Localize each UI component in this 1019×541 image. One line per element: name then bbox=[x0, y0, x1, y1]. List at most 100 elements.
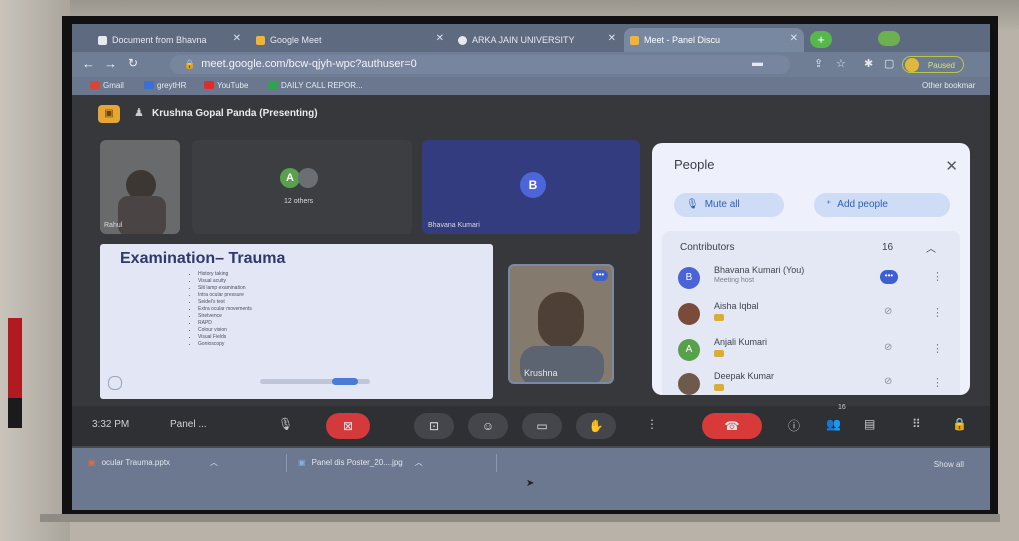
people-panel: People ✕ 🎙 Mute all ⁺ Add people Contribut… bbox=[652, 143, 970, 395]
bookmark-daily-call[interactable]: DAILY CALL REPOR... bbox=[268, 81, 363, 90]
mic-off-icon[interactable]: ⊘ bbox=[884, 342, 892, 353]
lock-icon: 🔒 bbox=[184, 59, 196, 69]
participant-row[interactable]: Deepak Kumar ⊘ ⋮ bbox=[670, 367, 954, 395]
black-poster bbox=[8, 398, 22, 428]
tab-strip: Document from Bhavna ✕ Google Meet ✕ ARKA … bbox=[72, 24, 990, 52]
forward-icon[interactable]: → bbox=[104, 56, 117, 71]
info-icon[interactable]: ⓘ bbox=[788, 417, 800, 434]
people-icon[interactable]: 👥 bbox=[826, 417, 841, 431]
emoji-icon: ☺ bbox=[481, 419, 495, 433]
contributors-section: Contributors 16 ︿ B Bhavana Kumari (You)… bbox=[662, 231, 960, 395]
other-bookmarks[interactable]: Other bookmar bbox=[922, 81, 975, 90]
participant-body bbox=[118, 196, 166, 234]
more-options-icon[interactable]: ⋮ bbox=[646, 417, 658, 431]
badge-icon bbox=[714, 314, 724, 321]
chat-icon[interactable]: ▤ bbox=[864, 417, 875, 431]
activities-icon[interactable]: ⠿ bbox=[912, 417, 921, 431]
reload-icon[interactable]: ↻ bbox=[128, 56, 138, 70]
more-vert-icon[interactable]: ⋮ bbox=[932, 342, 943, 355]
present-icon[interactable]: ▣ bbox=[98, 105, 120, 123]
back-icon[interactable]: ← bbox=[82, 56, 95, 71]
meet-area: ▣ ♟ Krushna Gopal Panda (Presenting) Rah… bbox=[72, 95, 990, 435]
show-all-button[interactable]: Show all bbox=[934, 460, 964, 469]
avatar bbox=[298, 168, 318, 188]
more-vert-icon[interactable]: ⋮ bbox=[932, 270, 943, 283]
camera-off-button[interactable]: ⊠ bbox=[326, 413, 370, 439]
tab-google-meet[interactable]: Google Meet ✕ bbox=[250, 28, 450, 52]
close-icon[interactable]: ✕ bbox=[608, 33, 616, 44]
downloads-bar: ▣ ocular Trauma.pptx ︿ ▣ Panel dis Poster_2… bbox=[72, 448, 990, 510]
download-item[interactable]: ▣ ocular Trauma.pptx ︿ bbox=[88, 457, 218, 468]
hangup-icon: ☎ bbox=[724, 419, 740, 433]
lock-icon[interactable]: 🔒 bbox=[952, 417, 967, 431]
participant-row[interactable]: Aisha Iqbal ⊘ ⋮ bbox=[670, 297, 954, 333]
participant-row[interactable]: B Bhavana Kumari (You) Meeting host ••• … bbox=[670, 261, 954, 297]
bookmark-gmail[interactable]: Gmail bbox=[90, 81, 124, 90]
address-bar-row: ← → ↻ 🔒 meet.google.com/bcw-qjyh-wpc?auth… bbox=[72, 52, 990, 77]
image-icon: ▣ bbox=[298, 458, 306, 467]
captions-icon: ▭ bbox=[536, 419, 548, 433]
close-icon[interactable]: ✕ bbox=[945, 157, 958, 175]
star-icon[interactable]: ☆ bbox=[836, 57, 846, 70]
bookmark-greythr[interactable]: greytHR bbox=[144, 81, 186, 90]
tile-bhavana[interactable]: B Bhavana Kumari bbox=[422, 140, 640, 234]
bookmarks-bar: Gmail greytHR YouTube DAILY CALL REPOR..… bbox=[72, 77, 990, 95]
bookmark-youtube[interactable]: YouTube bbox=[204, 81, 248, 90]
avatar: A bbox=[280, 168, 300, 188]
emoji-button[interactable]: ☺ bbox=[468, 413, 508, 439]
greythr-icon bbox=[144, 81, 154, 89]
tab-document[interactable]: Document from Bhavna ✕ bbox=[92, 28, 247, 52]
tile-camera[interactable]: Rahul bbox=[100, 140, 180, 234]
people-count-badge: 16 bbox=[838, 404, 846, 411]
projected-browser-window: Document from Bhavna ✕ Google Meet ✕ ARKA … bbox=[72, 24, 990, 510]
section-header: Contributors bbox=[680, 242, 735, 253]
url-input[interactable]: 🔒 meet.google.com/bcw-qjyh-wpc?authuser=0 bbox=[170, 55, 790, 74]
mic-icon[interactable]: 🎙 bbox=[278, 417, 293, 431]
profile-button[interactable]: Paused bbox=[902, 56, 964, 73]
download-item[interactable]: ▣ Panel dis Poster_20....jpg ︿ bbox=[298, 457, 423, 468]
gmail-icon bbox=[90, 81, 100, 89]
close-icon[interactable]: ✕ bbox=[436, 33, 444, 44]
more-vert-icon[interactable]: ⋮ bbox=[932, 306, 943, 319]
chevron-up-icon[interactable]: ︿ bbox=[415, 458, 423, 467]
participant-head bbox=[538, 292, 584, 348]
camera-icon[interactable]: ▬ bbox=[752, 57, 763, 69]
raise-hand-button[interactable]: ✋ bbox=[576, 413, 616, 439]
tile-others[interactable]: A 12 others bbox=[192, 140, 412, 234]
tab-meet-panel[interactable]: Meet - Panel Discu ✕ bbox=[624, 28, 804, 52]
close-icon[interactable]: ✕ bbox=[790, 33, 798, 44]
meet-icon bbox=[630, 35, 639, 45]
sidepanel-icon[interactable]: ▢ bbox=[884, 57, 894, 70]
add-person-icon: ⁺ bbox=[826, 199, 832, 210]
avatar bbox=[678, 373, 700, 395]
more-vert-icon[interactable]: ⋮ bbox=[932, 376, 943, 389]
mute-all-button[interactable]: 🎙 Mute all bbox=[674, 193, 784, 217]
participant-row[interactable]: A Anjali Kumari ⊘ ⋮ bbox=[670, 333, 954, 369]
tile-krushna[interactable]: ••• Krushna bbox=[508, 264, 614, 384]
chevron-up-icon[interactable]: ︿ bbox=[926, 240, 936, 255]
slide-footer-pill bbox=[332, 378, 358, 385]
speaking-icon: ••• bbox=[880, 270, 898, 284]
mouse-cursor-icon: ➤ bbox=[526, 478, 535, 489]
captions-button[interactable]: ▭ bbox=[522, 413, 562, 439]
mic-off-icon[interactable]: ⊘ bbox=[884, 376, 892, 387]
chevron-up-icon[interactable]: ︿ bbox=[210, 458, 218, 467]
participant-body bbox=[520, 346, 604, 382]
share-icon[interactable]: ⇪ bbox=[814, 57, 823, 70]
person-icon: ♟ bbox=[134, 107, 144, 119]
hand-icon: ✋ bbox=[588, 419, 604, 433]
add-people-button[interactable]: ⁺ Add people bbox=[814, 193, 950, 217]
mic-off-icon[interactable]: ⊘ bbox=[884, 306, 892, 317]
extensions-icon[interactable]: ✱ bbox=[864, 57, 873, 70]
docs-icon bbox=[98, 35, 107, 45]
window-control[interactable] bbox=[878, 31, 900, 46]
slide-logo bbox=[108, 376, 122, 390]
tab-arka-jain[interactable]: ARKA JAIN UNIVERSITY ✕ bbox=[452, 28, 622, 52]
leave-call-button[interactable]: ☎ bbox=[702, 413, 762, 439]
new-tab-button[interactable]: + bbox=[810, 31, 832, 48]
present-button[interactable]: ⊡ bbox=[414, 413, 454, 439]
youtube-icon bbox=[204, 81, 214, 89]
close-icon[interactable]: ✕ bbox=[233, 33, 241, 44]
projector-screen-bar bbox=[40, 514, 1000, 522]
more-options-icon[interactable]: ••• bbox=[592, 270, 608, 281]
